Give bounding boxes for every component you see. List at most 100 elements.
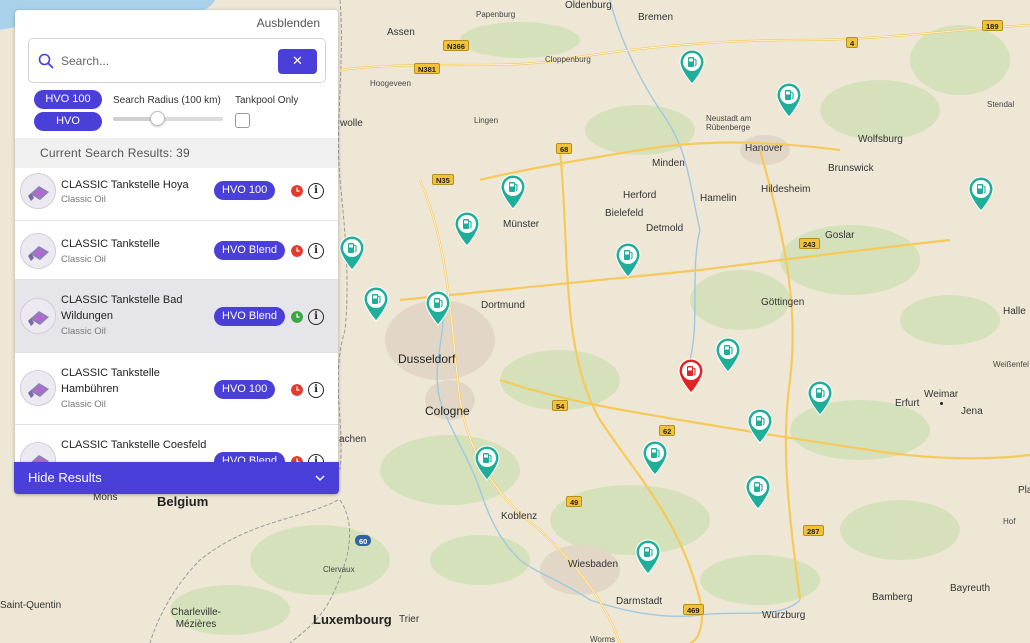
map-label-stendal: Stendal <box>987 100 1015 109</box>
result-row[interactable]: CLASSIC Tankstelle Hoya Classic Oil HVO 10… <box>15 168 338 221</box>
road-shield: 469 <box>683 604 704 615</box>
map-label-hof: Hof <box>1003 517 1016 526</box>
station-pin[interactable] <box>454 211 480 247</box>
station-pin[interactable] <box>968 176 994 212</box>
station-pin[interactable] <box>500 174 526 210</box>
result-row[interactable]: CLASSIC Tankstelle CoesfeldClassic OilHV… <box>15 425 338 463</box>
map-label-weissenfels: Weißenfel <box>993 360 1029 369</box>
tankpool-label: Tankpool Only <box>235 95 299 106</box>
station-pin[interactable] <box>715 337 741 373</box>
search-radius-slider[interactable] <box>113 111 223 126</box>
info-icon[interactable]: i <box>308 243 324 259</box>
station-brand: Classic Oil <box>61 254 106 265</box>
map-label-koblenz: Koblenz <box>501 511 538 522</box>
station-name: CLASSIC Tankstelle Hoya <box>61 179 189 191</box>
station-pin[interactable] <box>339 235 365 271</box>
hide-results-label: Hide Results <box>28 470 102 485</box>
fuel-pump-icon <box>747 408 773 444</box>
road-shield: N35 <box>432 174 454 185</box>
map-label-neustadt: Neustadt am Rübenberge <box>706 114 752 132</box>
map-label-halle: Halle <box>1003 306 1026 317</box>
fuel-pump-icon <box>807 380 833 416</box>
map-label-minden: Minden <box>652 158 685 169</box>
station-pin[interactable] <box>679 49 705 85</box>
fuel-pump-icon <box>642 440 668 476</box>
station-pin[interactable] <box>363 286 389 322</box>
map-city-dot <box>940 402 943 405</box>
hide-results-button[interactable]: Hide Results <box>14 462 339 494</box>
result-row[interactable]: CLASSIC Tankstelle Classic Oil HVO Blend i <box>15 221 338 280</box>
fuel-type-badge: HVO Blend <box>214 307 286 326</box>
station-pin[interactable] <box>745 474 771 510</box>
classic-oil-logo <box>20 370 56 406</box>
fuel-type-badge: HVO Blend <box>214 241 286 260</box>
fuel-pump-icon <box>615 242 641 278</box>
fuel-pump-icon <box>339 235 365 271</box>
map-label-bayreuth: Bayreuth <box>950 583 991 594</box>
result-row[interactable]: CLASSIC Tankstelle Hambühren Classic Oil H… <box>15 353 338 425</box>
info-icon[interactable]: i <box>308 382 324 398</box>
map-label-worms: Worms <box>590 635 616 643</box>
station-pin[interactable] <box>615 242 641 278</box>
map-label-cologne: Cologne <box>425 404 470 418</box>
search-panel: Ausblenden ✕ HVO 100 HVO Blend Search Ra… <box>15 10 338 463</box>
fuel-pump-icon <box>679 49 705 85</box>
road-shield: 49 <box>566 496 583 507</box>
search-box: ✕ <box>28 38 326 83</box>
tankpool-filter: Tankpool Only <box>235 95 298 128</box>
map-label-cloppenburg: Cloppenburg <box>545 55 591 64</box>
map-label-charleville: Charleville-Mézières <box>170 607 221 630</box>
station-pin[interactable] <box>425 290 451 326</box>
filter-chip-hvo100[interactable]: HVO 100 <box>34 90 102 109</box>
station-pin[interactable] <box>635 539 661 575</box>
station-pin[interactable] <box>474 445 500 481</box>
fuel-type-badge: HVO 100 <box>214 181 276 200</box>
map-label-herford: Herford <box>623 190 657 201</box>
info-icon[interactable]: i <box>308 183 324 199</box>
station-brand: Classic Oil <box>61 194 106 205</box>
selected-station-pin[interactable] <box>678 358 704 394</box>
filter-chip-hvoblend[interactable]: HVO Blend <box>34 112 102 146</box>
map-label-wiesbaden: Wiesbaden <box>568 559 619 570</box>
road-shield: 62 <box>659 425 676 436</box>
chevron-down-icon <box>315 475 325 481</box>
road-shield: 287 <box>803 525 824 536</box>
map-label-saint-quentin: Saint-Quentin <box>0 600 62 611</box>
results-list[interactable]: CLASSIC Tankstelle Hoya Classic Oil HVO 10… <box>15 168 338 463</box>
classic-oil-logo <box>20 298 56 334</box>
search-radius: Search Radius (100 km) <box>113 95 228 126</box>
result-row[interactable]: CLASSIC Tankstelle Bad Wildungen Classic … <box>15 280 338 353</box>
tankpool-checkbox[interactable] <box>235 113 250 128</box>
fuel-pump-icon <box>776 82 802 118</box>
map-label-detmold: Detmold <box>646 223 684 234</box>
map-label-hanover: Hanover <box>745 143 783 154</box>
results-count: Current Search Results: 39 <box>15 138 338 168</box>
fuel-pump-icon <box>635 539 661 575</box>
station-pin[interactable] <box>807 380 833 416</box>
info-icon[interactable]: i <box>308 309 324 325</box>
ausblenden-link[interactable]: Ausblenden <box>257 16 320 30</box>
map-label-hamelin: Hamelin <box>700 193 737 204</box>
clear-search-button[interactable]: ✕ <box>278 49 317 74</box>
station-name: CLASSIC Tankstelle Hambühren <box>61 367 160 395</box>
road-shield: 60 <box>355 535 372 546</box>
search-input[interactable] <box>61 51 261 71</box>
slider-thumb[interactable] <box>150 111 165 126</box>
map-label-brunswick: Brunswick <box>828 163 874 174</box>
station-pin[interactable] <box>642 440 668 476</box>
fuel-type-badge: HVO 100 <box>214 380 276 399</box>
clock-icon <box>291 311 303 323</box>
station-pin[interactable] <box>776 82 802 118</box>
map-label-goslar: Goslar <box>825 230 855 241</box>
classic-oil-logo <box>20 173 56 209</box>
map-label-papenburg: Papenburg <box>476 10 516 19</box>
road-shield: 243 <box>799 238 820 249</box>
map-label-luxembourg: Luxembourg <box>313 612 392 627</box>
map-label-hildesheim: Hildesheim <box>761 184 811 195</box>
road-shield: 54 <box>552 400 569 411</box>
map-label-plauen: Pla <box>1018 485 1030 496</box>
station-pin[interactable] <box>747 408 773 444</box>
station-brand: Classic Oil <box>61 399 106 410</box>
fuel-pump-icon <box>454 211 480 247</box>
map-label-oldenburg: Oldenburg <box>565 0 612 11</box>
